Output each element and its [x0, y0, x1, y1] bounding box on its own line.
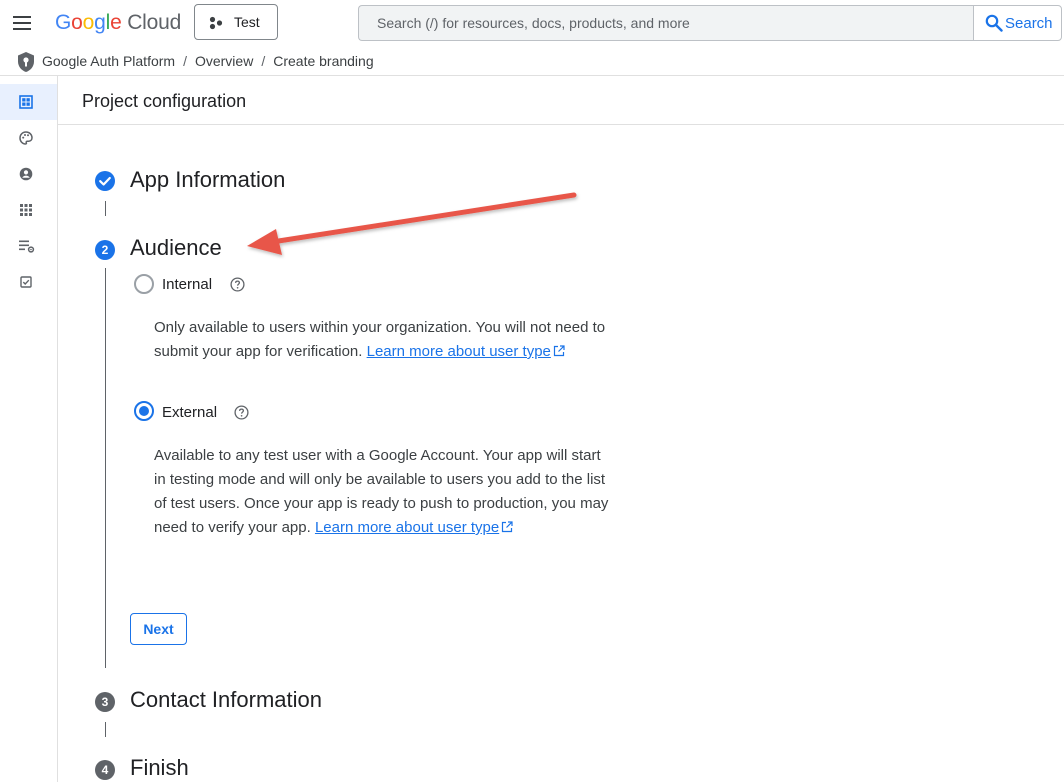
- step-4-badge: 4: [95, 760, 115, 780]
- project-picker-button[interactable]: Test: [194, 4, 278, 40]
- learn-more-user-type-link[interactable]: Learn more about user type: [315, 519, 513, 536]
- step-contact-information[interactable]: Contact Information: [130, 687, 322, 713]
- dashboard-icon: [19, 95, 33, 109]
- learn-more-user-type-link[interactable]: Learn more about user type: [367, 343, 565, 360]
- external-label[interactable]: External: [162, 404, 217, 421]
- internal-label[interactable]: Internal: [162, 276, 212, 293]
- breadcrumb-bar: Google Auth Platform / Overview / Create bra…: [0, 46, 1064, 76]
- palette-icon: [19, 131, 33, 145]
- help-icon[interactable]: [234, 405, 249, 420]
- verification-icon: [20, 276, 32, 288]
- breadcrumb-auth-platform[interactable]: Google Auth Platform: [42, 53, 175, 69]
- page-header: Project configuration: [58, 76, 1064, 125]
- main-menu-icon[interactable]: [8, 9, 36, 37]
- step-finish[interactable]: Finish: [130, 755, 189, 781]
- internal-radio[interactable]: [134, 274, 154, 294]
- step-connector: [105, 268, 106, 668]
- breadcrumb-create-branding[interactable]: Create branding: [273, 53, 373, 69]
- left-nav-rail: [0, 76, 58, 782]
- next-button[interactable]: Next: [130, 613, 187, 645]
- internal-description: Only available to users within your orga…: [154, 319, 606, 360]
- search-box: [358, 5, 974, 41]
- top-bar: Google Cloud Test Search: [0, 0, 1064, 46]
- external-link-icon: [502, 521, 513, 533]
- external-link-icon: [553, 345, 565, 357]
- step-app-information[interactable]: App Information: [130, 167, 285, 193]
- help-icon[interactable]: [230, 277, 245, 292]
- step-1-check-icon: [95, 171, 115, 191]
- rail-item-verification[interactable]: [0, 264, 57, 300]
- google-cloud-logo[interactable]: Google Cloud: [55, 11, 181, 35]
- project-name: Test: [234, 14, 260, 30]
- account-circle-icon: [19, 167, 33, 181]
- search-icon: [985, 14, 1003, 32]
- search-input[interactable]: [359, 6, 974, 40]
- external-description: Available to any test user with a Google…: [154, 447, 609, 536]
- project-dots-icon: [209, 16, 223, 30]
- page-title: Project configuration: [82, 91, 247, 111]
- step-connector: [105, 201, 106, 216]
- rail-item-clients[interactable]: [0, 192, 57, 228]
- step-connector: [105, 722, 106, 737]
- rail-item-data-access[interactable]: [0, 228, 57, 264]
- rail-item-overview[interactable]: [0, 84, 57, 120]
- step-audience[interactable]: Audience: [130, 235, 222, 261]
- breadcrumb-overview[interactable]: Overview: [195, 53, 253, 69]
- search-button[interactable]: Search: [973, 5, 1062, 41]
- apps-grid-icon: [20, 204, 32, 216]
- external-radio[interactable]: [134, 401, 154, 421]
- breadcrumb: Google Auth Platform / Overview / Create bra…: [42, 53, 374, 69]
- step-2-badge: 2: [95, 240, 115, 260]
- shield-icon: [18, 52, 34, 72]
- rail-item-audience[interactable]: [0, 156, 57, 192]
- rail-item-branding[interactable]: [0, 120, 57, 156]
- data-access-icon: [19, 240, 35, 253]
- step-3-badge: 3: [95, 692, 115, 712]
